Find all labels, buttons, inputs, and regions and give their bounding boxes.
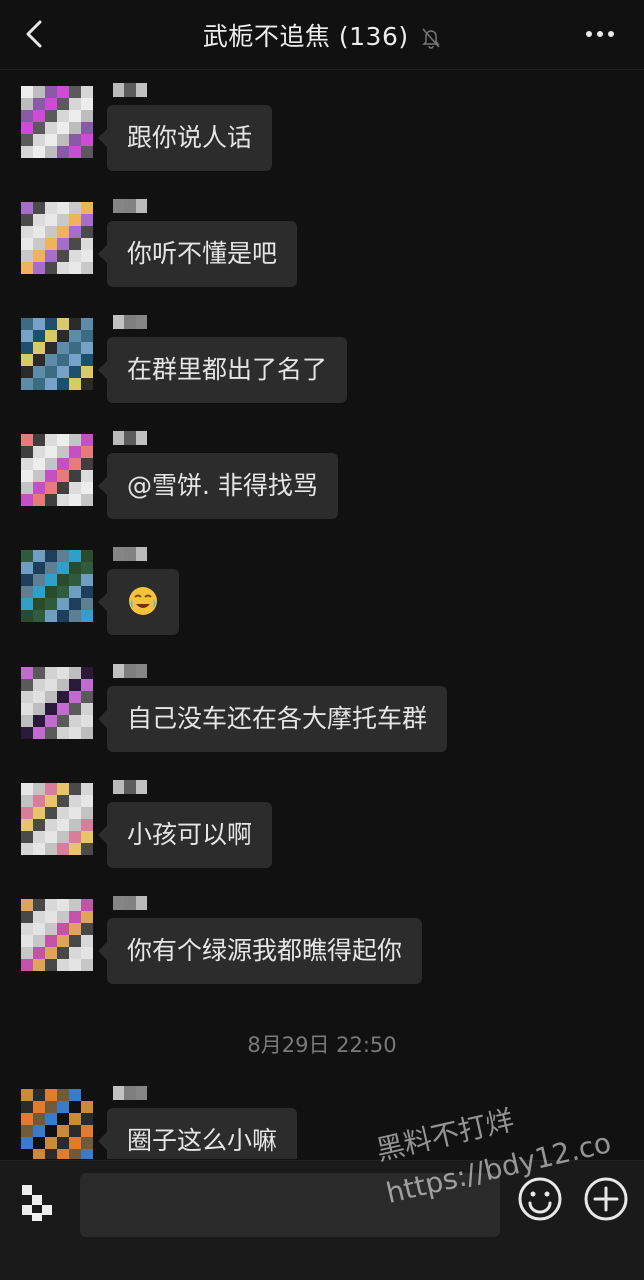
- plus-circle-icon[interactable]: [582, 1175, 630, 1223]
- message-row: 自己没车还在各大摩托车群: [0, 662, 644, 772]
- message-row: 小孩可以啊: [0, 778, 644, 888]
- message-text: @雪饼. 非得找骂: [127, 471, 318, 500]
- message-bubble[interactable]: 小孩可以啊: [97, 802, 273, 868]
- chat-title: 武栀不追焦 (136): [0, 17, 644, 53]
- message-bubble[interactable]: [98, 569, 179, 635]
- message-bubble[interactable]: @雪饼. 非得找骂: [98, 453, 338, 519]
- sender-name-redacted: [113, 664, 147, 678]
- sender-name-redacted: [113, 315, 147, 329]
- chat-screen: 武栀不追焦 (136) 跟你说人话你听不懂是吧在群里都出了名了 @雪饼. 非得找骂…: [0, 0, 644, 1280]
- sender-name-redacted: [113, 780, 147, 794]
- sender-name-redacted: [113, 896, 147, 910]
- message-text: 自己没车还在各大摩托车群: [127, 704, 428, 733]
- avatar[interactable]: [21, 783, 93, 855]
- voice-keyboard-icon[interactable]: [18, 1179, 54, 1223]
- message-bubble[interactable]: 自己没车还在各大摩托车群: [97, 686, 448, 752]
- message-bubble[interactable]: 你听不懂是吧: [97, 221, 298, 287]
- smiley-icon[interactable]: [516, 1175, 564, 1223]
- avatar[interactable]: [21, 202, 93, 274]
- timestamp-divider: 8月29日 22:50: [247, 1033, 397, 1057]
- message-text: 你有个绿源我都瞧得起你: [127, 936, 403, 965]
- sender-name-redacted: [113, 199, 147, 213]
- message-text: 在群里都出了名了: [127, 355, 328, 384]
- message-row: 圈子这么小嘛: [0, 1084, 644, 1159]
- message-text: 跟你说人话: [127, 123, 253, 152]
- avatar[interactable]: [21, 550, 93, 622]
- more-dots-icon[interactable]: [584, 24, 616, 44]
- sender-name-redacted: [113, 1086, 147, 1100]
- avatar[interactable]: [21, 318, 93, 390]
- message-bubble[interactable]: 在群里都出了名了: [97, 337, 348, 403]
- message-bubble[interactable]: 你有个绿源我都瞧得起你: [97, 918, 423, 984]
- input-bar: [0, 1160, 644, 1280]
- avatar[interactable]: [21, 86, 93, 158]
- message-bubble[interactable]: 跟你说人话: [97, 105, 273, 171]
- message-row: 你听不懂是吧: [0, 197, 644, 307]
- message-row: @雪饼. 非得找骂: [0, 429, 644, 539]
- avatar[interactable]: [21, 667, 93, 739]
- message-row: 跟你说人话: [0, 81, 644, 191]
- message-text: 你听不懂是吧: [127, 239, 278, 268]
- bell-muted-icon: [422, 28, 440, 49]
- avatar[interactable]: [21, 899, 93, 971]
- group-name: 武栀不追焦: [202, 22, 331, 51]
- message-row: 你有个绿源我都瞧得起你: [0, 894, 644, 1004]
- sender-name-redacted: [113, 83, 147, 97]
- message-input[interactable]: [80, 1173, 500, 1237]
- member-count: (136): [338, 22, 409, 51]
- avatar[interactable]: [21, 1089, 93, 1159]
- sender-name-redacted: [113, 547, 147, 561]
- message-text: 小孩可以啊: [127, 820, 253, 849]
- message-bubble[interactable]: 圈子这么小嘛: [97, 1108, 298, 1159]
- avatar[interactable]: [21, 434, 93, 506]
- message-list[interactable]: 跟你说人话你听不懂是吧在群里都出了名了 @雪饼. 非得找骂自己没车还在各大摩托车群…: [0, 71, 644, 1159]
- sender-name-redacted: [113, 431, 147, 445]
- message-text: 圈子这么小嘛: [127, 1126, 278, 1155]
- header: 武栀不追焦 (136): [0, 0, 644, 70]
- message-row: [0, 545, 644, 655]
- message-row: 在群里都出了名了: [0, 313, 644, 423]
- face-with-tears-of-joy-emoji: [129, 587, 157, 615]
